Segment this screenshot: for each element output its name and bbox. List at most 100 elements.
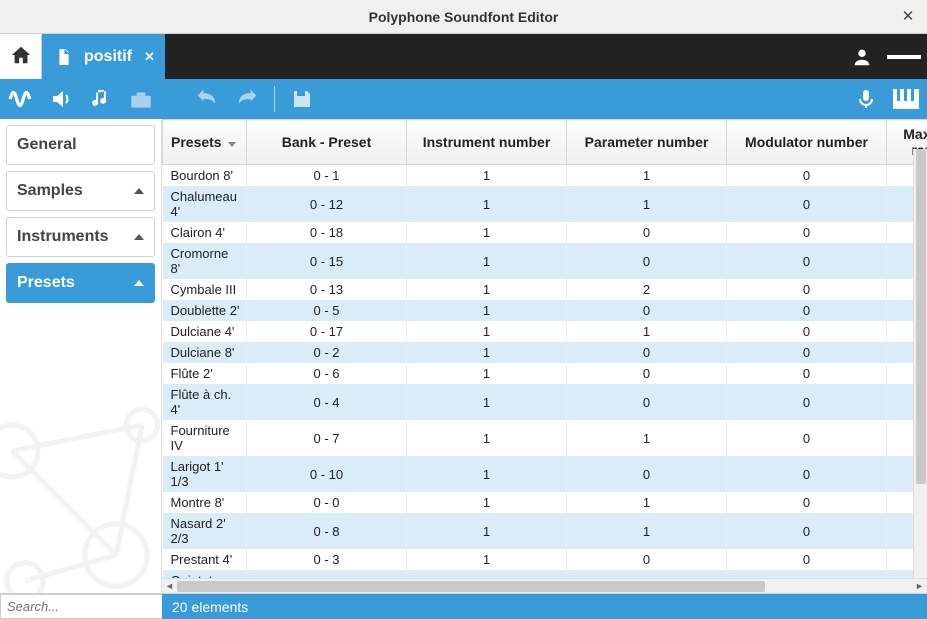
sidebar-item-label: Instruments [17,228,109,246]
document-icon [52,45,76,69]
cell-param: 2 [567,279,727,300]
cell-name: Larigot 1' 1/3 [163,456,247,492]
column-header[interactable]: Instrument number [407,120,567,165]
menu-button[interactable] [887,40,921,74]
scroll-right-arrow[interactable]: ► [912,579,927,594]
vertical-scrollbar[interactable] [913,149,927,578]
user-icon[interactable] [845,40,879,74]
undo-button[interactable] [192,84,222,114]
cell-param: 0 [567,243,727,279]
horizontal-scrollbar[interactable]: ◄ ► [162,578,927,593]
table-row[interactable]: Cymbale III0 - 1312036 - 1 [163,279,927,300]
table-row[interactable]: Cromorne 8'0 - 151000 - 12 [163,243,927,279]
cell-inst: 1 [407,243,567,279]
cell-mod: 0 [727,279,887,300]
home-tab[interactable] [0,34,42,79]
table-row[interactable]: Prestant 4'0 - 31000 - 12 [163,549,927,570]
cell-bank: 0 - 13 [247,279,407,300]
cell-name: Dulciane 8' [163,342,247,363]
cell-name: Cymbale III [163,279,247,300]
cell-bank: 0 - 10 [247,456,407,492]
cell-mod: 0 [727,342,887,363]
sidebar-item-label: Presets [17,274,75,292]
column-header[interactable]: Presets [163,120,247,165]
cell-inst: 1 [407,492,567,513]
table-row[interactable]: Dulciane 8'0 - 21000 - 12 [163,342,927,363]
cell-bank: 0 - 17 [247,321,407,342]
cell-mod: 0 [727,420,887,456]
cell-param: 1 [567,513,727,549]
cell-inst: 1 [407,165,567,187]
cell-bank: 0 - 2 [247,342,407,363]
sidebar-item-instruments[interactable]: Instruments [6,217,155,257]
cell-mod: 0 [727,384,887,420]
table-row[interactable]: Flûte à ch. 4'0 - 41000 - 12 [163,384,927,420]
tab-close-button[interactable]: ✕ [144,49,155,65]
cell-name: Bourdon 8' [163,165,247,187]
sort-caret-icon [228,142,236,147]
redo-button[interactable] [232,84,262,114]
cell-inst: 1 [407,222,567,243]
sidebar-item-presets[interactable]: Presets [6,263,155,303]
toolbox-icon[interactable] [126,84,156,114]
cell-name: Montre 8' [163,492,247,513]
note-tool-icon[interactable] [86,84,116,114]
cell-bank: 0 - 15 [247,243,407,279]
window-titlebar: Polyphone Soundfont Editor ✕ [0,0,927,34]
save-button[interactable] [287,84,317,114]
scroll-left-arrow[interactable]: ◄ [162,579,177,594]
cell-bank: 0 - 5 [247,300,407,321]
tab-strip: positif ✕ [0,34,927,79]
cell-param: 0 [567,222,727,243]
cell-inst: 1 [407,363,567,384]
window-close-button[interactable]: ✕ [899,7,917,25]
cell-param: 1 [567,165,727,187]
cell-param: 1 [567,186,727,222]
table-row[interactable]: Nasard 2' 2/30 - 81100 - 12 [163,513,927,549]
table-row[interactable]: Clairon 4'0 - 181000 - 12 [163,222,927,243]
cell-param: 0 [567,342,727,363]
table-row[interactable]: Doublette 2'0 - 51000 - 12 [163,300,927,321]
sidebar-item-samples[interactable]: Samples [6,171,155,211]
cell-name: Flûte à ch. 4' [163,384,247,420]
cell-bank: 0 - 3 [247,549,407,570]
status-bar: 20 elements [0,593,927,619]
presets-table: PresetsBank - PresetInstrument numberPar… [162,119,927,593]
table-row[interactable]: Chalumeau 4'0 - 1211036 - 9 [163,186,927,222]
keyboard-icon[interactable] [891,84,921,114]
file-tab-positif[interactable]: positif ✕ [42,34,165,79]
cell-mod: 0 [727,363,887,384]
decorative-graph [0,373,162,593]
table-row[interactable]: Dulciane 4'0 - 1711036 - 9 [163,321,927,342]
cell-inst: 1 [407,321,567,342]
cell-name: Dulciane 4' [163,321,247,342]
microphone-icon[interactable] [851,84,881,114]
column-header[interactable]: Parameter number [567,120,727,165]
cell-param: 1 [567,321,727,342]
table-row[interactable]: Bourdon 8'0 - 111036 - 9 [163,165,927,187]
table-row[interactable]: Larigot 1' 1/30 - 101000 - 12 [163,456,927,492]
column-header[interactable]: Modulator number [727,120,887,165]
cell-bank: 0 - 4 [247,384,407,420]
table-row[interactable]: Fourniture IV0 - 711036 - 1 [163,420,927,456]
cell-mod: 0 [727,321,887,342]
cell-inst: 1 [407,420,567,456]
cell-mod: 0 [727,456,887,492]
cell-name: Cromorne 8' [163,243,247,279]
cell-param: 0 [567,549,727,570]
sidebar-item-general[interactable]: General [6,125,155,165]
table-row[interactable]: Flûte 2'0 - 61000 - 12 [163,363,927,384]
table-row[interactable]: Montre 8'0 - 01100 - 12 [163,492,927,513]
file-tab-label: positif [84,48,132,66]
cell-mod: 0 [727,243,887,279]
speaker-tool-icon[interactable] [46,84,76,114]
cell-param: 1 [567,492,727,513]
cell-param: 1 [567,420,727,456]
search-input[interactable] [0,594,162,619]
column-header[interactable]: Bank - Preset [247,120,407,165]
cell-param: 0 [567,300,727,321]
cell-param: 0 [567,456,727,492]
sidebar: General Samples Instruments Presets [0,119,162,593]
wave-tool-icon[interactable] [6,84,36,114]
cell-inst: 1 [407,300,567,321]
